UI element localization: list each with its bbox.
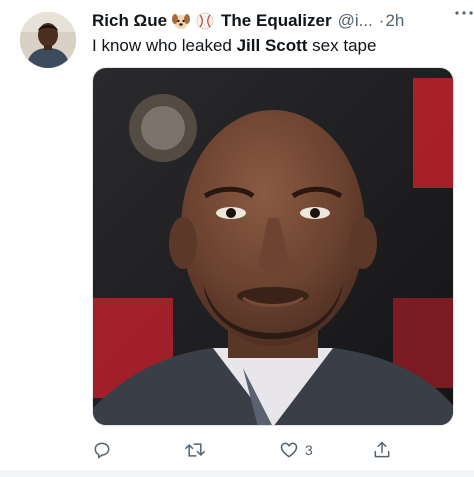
more-horizontal-icon xyxy=(455,11,473,15)
heart-icon xyxy=(280,442,298,458)
tweet-text: I know who leaked Jill Scott sex tape xyxy=(92,36,376,56)
tweet-header: Rich Ωue The Equalizer @i... · 2h xyxy=(92,9,460,33)
baseball-icon xyxy=(195,11,215,31)
retweet-button[interactable] xyxy=(184,436,212,464)
more-options-button[interactable] xyxy=(454,6,474,24)
reply-button[interactable] xyxy=(92,436,118,464)
share-button[interactable] xyxy=(372,436,398,464)
retweet-icon xyxy=(185,443,205,457)
avatar[interactable] xyxy=(20,12,76,68)
tweet-text-bold: Jill Scott xyxy=(236,36,308,55)
tweet-actions: 3 xyxy=(92,436,454,464)
tweet-photo[interactable] xyxy=(92,67,454,426)
tweet[interactable]: Rich Ωue The Equalizer @i... · 2h I know… xyxy=(0,0,474,468)
author-name-secondary[interactable]: The Equalizer xyxy=(221,11,332,31)
author-handle[interactable]: @i... xyxy=(338,11,373,31)
separator: · xyxy=(378,11,385,30)
tweet-text-start: I know who leaked xyxy=(92,36,237,55)
like-count: 3 xyxy=(305,442,313,458)
tweet-text-end: sex tape xyxy=(307,36,377,55)
timeline-divider xyxy=(0,470,474,477)
author-name[interactable]: Rich Ωue xyxy=(92,11,167,31)
like-button[interactable]: 3 xyxy=(279,436,313,464)
dog-face-icon xyxy=(171,11,191,31)
timestamp[interactable]: 2h xyxy=(385,11,404,31)
reply-icon xyxy=(94,442,110,459)
share-icon xyxy=(374,441,390,458)
